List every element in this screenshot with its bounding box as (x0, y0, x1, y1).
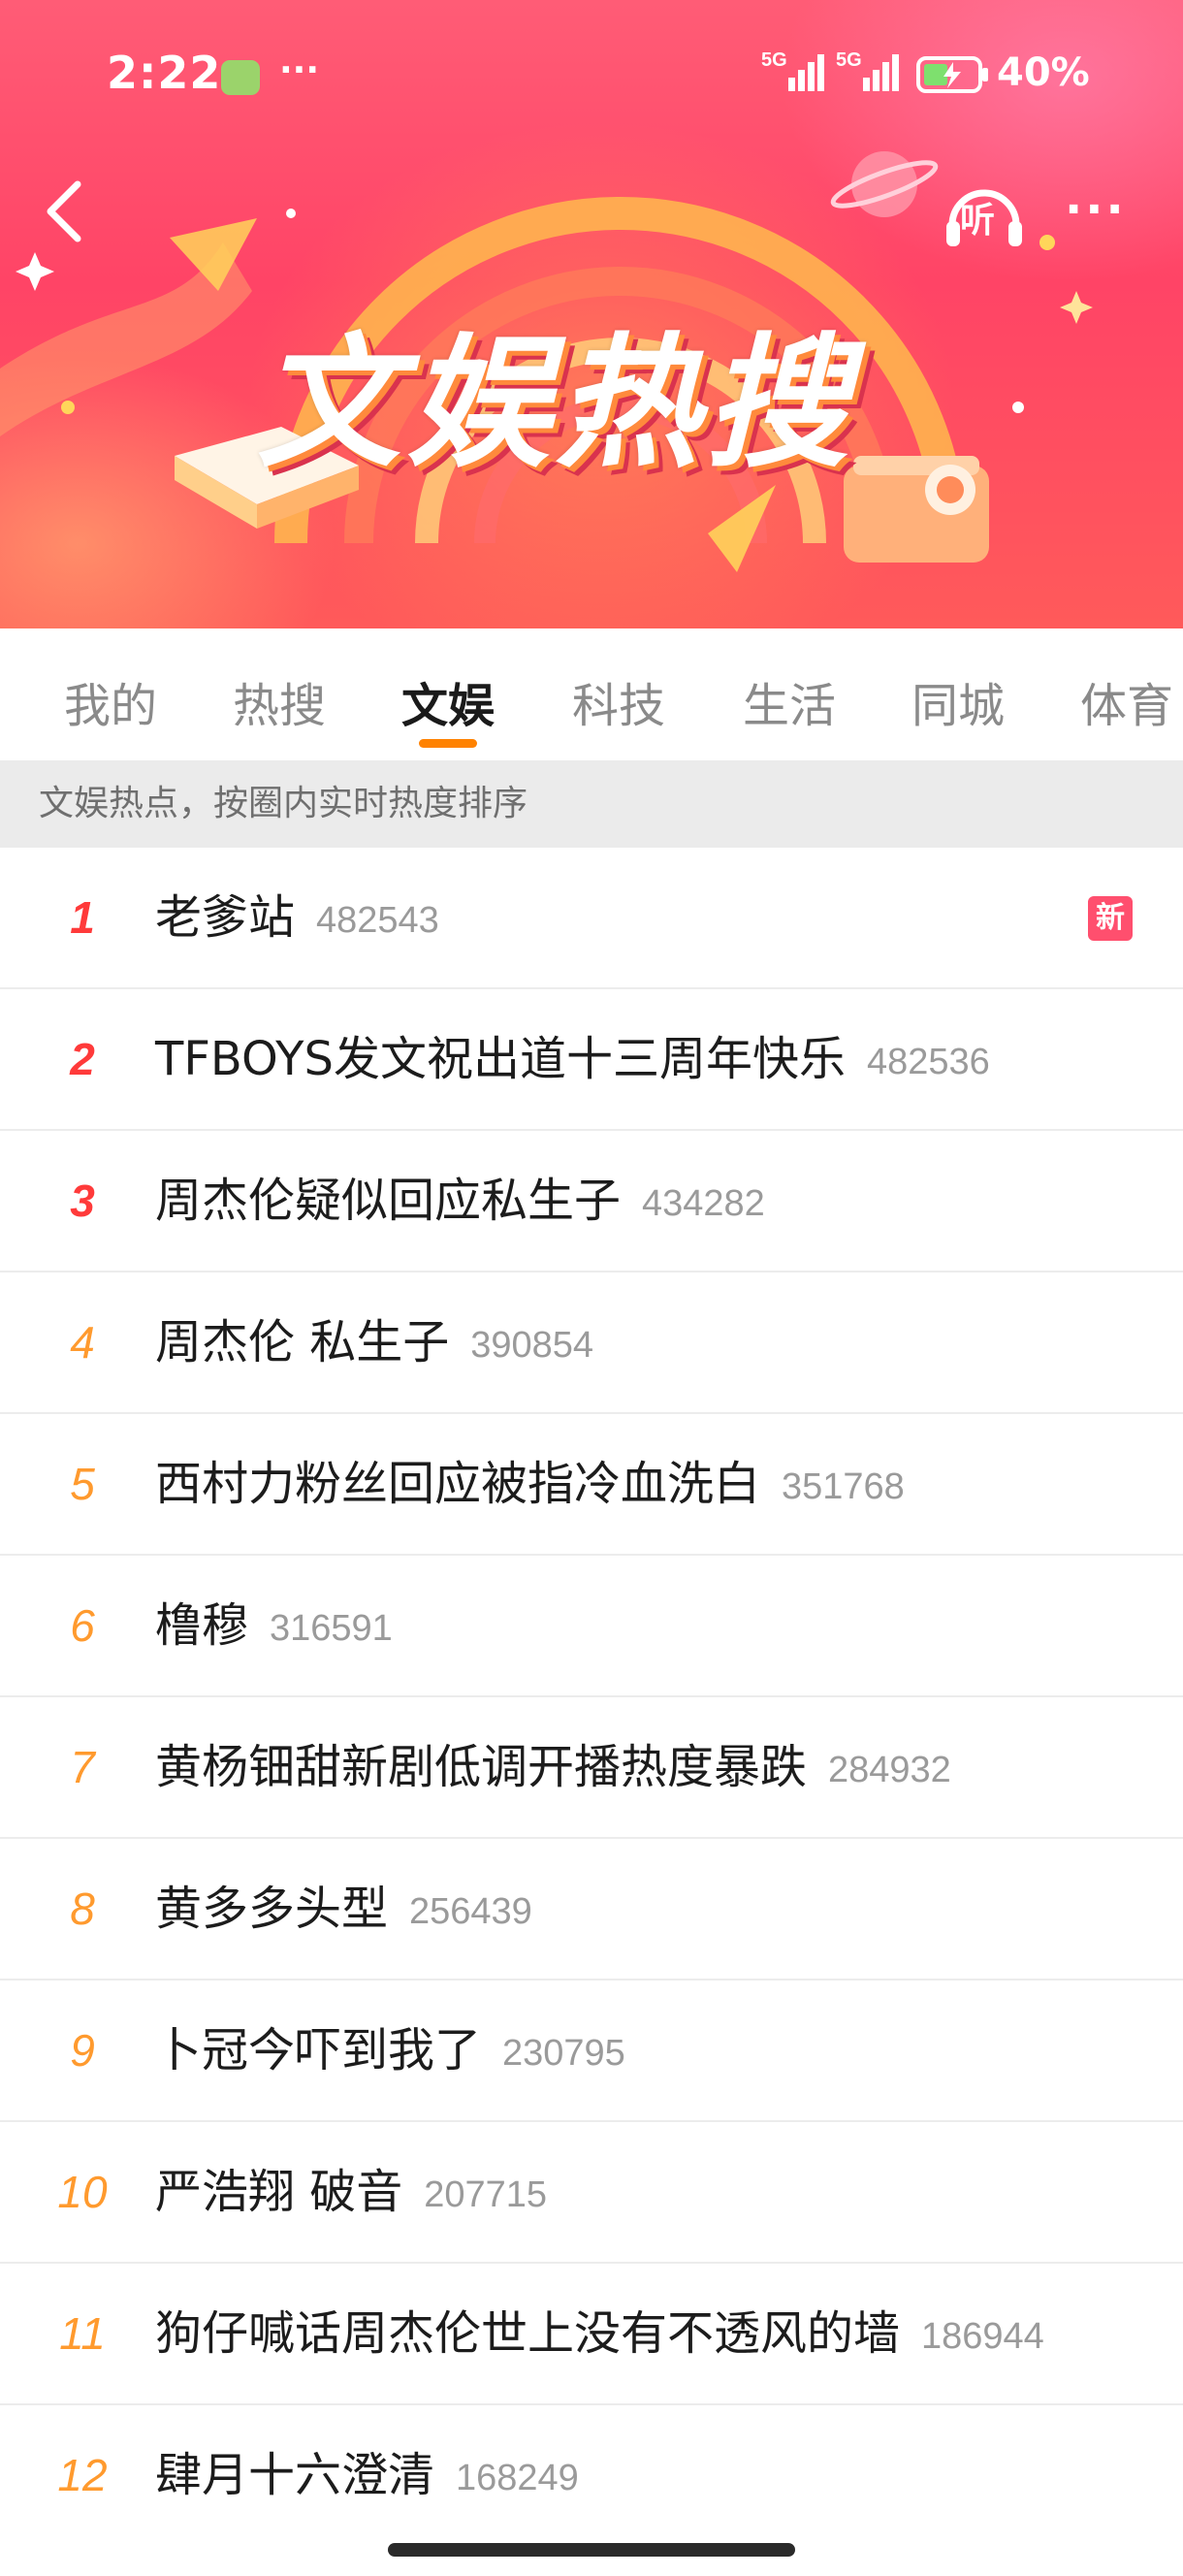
hot-search-item[interactable]: 6 橹穆 316591 (0, 1556, 1183, 1697)
hot-search-item[interactable]: 9 卜冠今吓到我了 230795 (0, 1980, 1183, 2122)
item-title-text: 肆月十六澄清 (155, 2448, 435, 2502)
item-title-text: TFBOYS发文祝出道十三周年快乐 (155, 1032, 846, 1086)
new-badge: 新 (1088, 896, 1133, 941)
rank-number: 4 (70, 1317, 95, 1368)
tab-tech[interactable]: 科技 (572, 667, 665, 735)
item-title: 黄杨钿甜新剧低调开播热度暴跌 284932 (155, 1697, 951, 1837)
page-title: 文娱热搜 (257, 320, 854, 487)
heat-count: 186944 (921, 2316, 1044, 2357)
item-title-text: 狗仔喊话周杰伦世上没有不透风的墙 (155, 2306, 901, 2361)
rank-number: 8 (70, 1884, 95, 1934)
item-title: 老爹站 482543 (155, 848, 439, 987)
heat-count: 256439 (409, 1891, 532, 1932)
tab-hot-search[interactable]: 热搜 (233, 667, 326, 735)
heat-count: 168249 (456, 2458, 579, 2498)
tab-life[interactable]: 生活 (743, 667, 836, 735)
hot-search-item[interactable]: 3 周杰伦疑似回应私生子 434282 (0, 1131, 1183, 1272)
battery-icon (916, 56, 988, 93)
back-arrow-icon[interactable] (35, 173, 95, 250)
signal-5g-icon: 5G (761, 49, 824, 91)
item-title-text: 周杰伦疑似回应私生子 (155, 1174, 622, 1228)
tab-local[interactable]: 同城 (911, 667, 1005, 735)
status-time: 2:22 (107, 47, 222, 99)
listen-label: 听 (960, 201, 996, 241)
hot-search-item[interactable]: 11 狗仔喊话周杰伦世上没有不透风的墙 186944 (0, 2264, 1183, 2405)
status-bar: 2:22 ··· 5G 5G 40% (0, 0, 1183, 155)
item-title: 西村力粉丝回应被指冷血洗白 351768 (155, 1414, 905, 1554)
hot-search-item[interactable]: 4 周杰伦 私生子 390854 (0, 1272, 1183, 1414)
hot-search-item[interactable]: 5 西村力粉丝回应被指冷血洗白 351768 (0, 1414, 1183, 1556)
svg-text:5G: 5G (836, 49, 862, 71)
heat-count: 230795 (502, 2033, 625, 2074)
hot-search-item[interactable]: 2 TFBOYS发文祝出道十三周年快乐 482536 (0, 989, 1183, 1131)
item-title-text: 卜冠今吓到我了 (155, 2023, 482, 2077)
heat-count: 482543 (316, 900, 439, 941)
rank-number: 10 (57, 2167, 108, 2217)
rank-number: 6 (70, 1600, 95, 1651)
item-title-text: 黄多多头型 (155, 1882, 389, 1936)
rank-number: 12 (57, 2450, 108, 2500)
rank-number: 7 (70, 1742, 95, 1792)
tab-sports[interactable]: 体育 (1080, 667, 1173, 735)
battery-percent: 40% (997, 50, 1090, 95)
hot-search-item[interactable]: 12 肆月十六澄清 168249 (0, 2405, 1183, 2545)
hot-search-item[interactable]: 1 老爹站 482543 新 (0, 848, 1183, 989)
item-title-text: 西村力粉丝回应被指冷血洗白 (155, 1457, 761, 1511)
rank-number: 1 (70, 892, 95, 943)
hot-search-item[interactable]: 7 黄杨钿甜新剧低调开播热度暴跌 284932 (0, 1697, 1183, 1839)
rank-number: 3 (70, 1175, 95, 1226)
item-title: 黄多多头型 256439 (155, 1839, 532, 1979)
heat-count: 390854 (470, 1325, 594, 1366)
tab-mine[interactable]: 我的 (64, 667, 157, 735)
rank-number: 9 (70, 2025, 95, 2076)
heat-count: 207715 (424, 2174, 548, 2215)
active-tab-indicator (419, 739, 477, 748)
item-title: 橹穆 316591 (155, 1556, 393, 1695)
heat-count: 434282 (642, 1183, 765, 1224)
tab-entertainment[interactable]: 文娱 (401, 667, 495, 735)
item-title-text: 橹穆 (155, 1598, 249, 1653)
item-title: TFBOYS发文祝出道十三周年快乐 482536 (155, 989, 990, 1129)
hero-banner: 2:22 ··· 5G 5G 40% 听 ··· 文娱热搜 (0, 0, 1183, 628)
category-tabs: 我的 热搜 文娱 科技 生活 同城 体育 (0, 628, 1183, 760)
heat-count: 482536 (866, 1042, 990, 1082)
hot-search-item[interactable]: 10 严浩翔 破音 207715 (0, 2122, 1183, 2264)
rank-number: 11 (59, 2308, 106, 2359)
item-title: 周杰伦 私生子 390854 (155, 1272, 593, 1412)
list-description-text: 文娱热点，按圈内实时热度排序 (39, 784, 528, 823)
home-app-icon (221, 60, 260, 95)
item-title-text: 严浩翔 破音 (155, 2165, 403, 2219)
item-title: 严浩翔 破音 207715 (155, 2122, 547, 2262)
more-options-button[interactable]: ··· (1065, 186, 1142, 233)
listen-button[interactable]: 听 (939, 167, 1030, 258)
heat-count: 316591 (270, 1608, 393, 1649)
rank-number: 5 (70, 1459, 95, 1509)
list-description: 文娱热点，按圈内实时热度排序 (0, 760, 1183, 848)
svg-text:5G: 5G (761, 49, 787, 71)
item-title-text: 老爹站 (155, 890, 296, 945)
status-more-dots: ··· (279, 50, 320, 90)
hot-search-item[interactable]: 8 黄多多头型 256439 (0, 1839, 1183, 1980)
signal-5g-icon-2: 5G (836, 49, 899, 91)
heat-count: 351768 (782, 1466, 905, 1507)
home-indicator[interactable] (388, 2543, 795, 2557)
rank-number: 2 (70, 1034, 95, 1084)
item-title: 卜冠今吓到我了 230795 (155, 1980, 625, 2120)
item-title: 肆月十六澄清 168249 (155, 2405, 579, 2545)
item-title-text: 周杰伦 私生子 (155, 1315, 450, 1369)
heat-count: 284932 (828, 1750, 951, 1790)
hot-search-list: 1 老爹站 482543 新 2 TFBOYS发文祝出道十三周年快乐 482536 … (0, 848, 1183, 2545)
item-title: 周杰伦疑似回应私生子 434282 (155, 1131, 765, 1271)
item-title: 狗仔喊话周杰伦世上没有不透风的墙 186944 (155, 2264, 1044, 2403)
item-title-text: 黄杨钿甜新剧低调开播热度暴跌 (155, 1740, 808, 1794)
